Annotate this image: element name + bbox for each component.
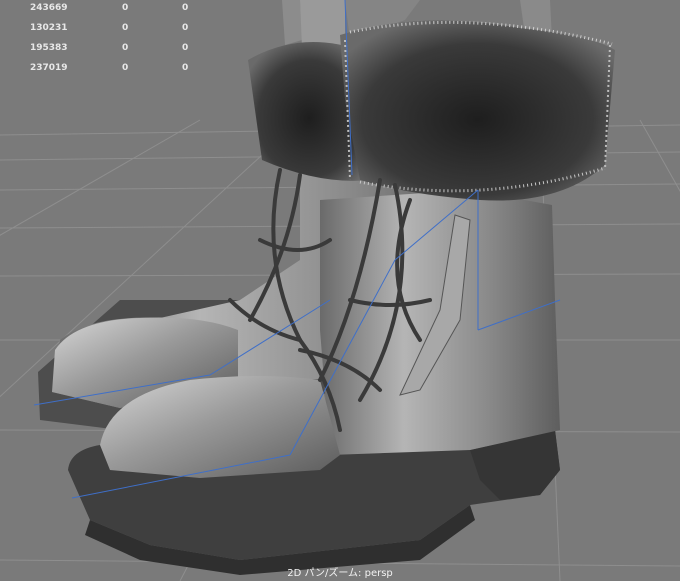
hud-value: 0: [122, 43, 129, 53]
hud-value: 0: [122, 23, 129, 33]
hud-value: 0: [182, 23, 189, 33]
hud-value: 130231: [30, 23, 68, 33]
hud-value: 195383: [30, 43, 68, 53]
hud-row: 195383 0 0: [0, 40, 220, 60]
viewport-scene: [0, 0, 680, 581]
hud-row: 130231 0 0: [0, 20, 220, 40]
hud-value: 237019: [30, 63, 68, 73]
hud-value: 243669: [30, 3, 68, 13]
hud-row: 237019 0 0: [0, 60, 220, 80]
hud-value: 0: [122, 63, 129, 73]
hud-value: 0: [122, 3, 129, 13]
3d-viewport[interactable]: 243669 0 0 130231 0 0 195383 0 0 237019 …: [0, 0, 680, 581]
hud-value: 0: [182, 63, 189, 73]
hud-value: 0: [182, 3, 189, 13]
camera-status-label: 2D パン/ズーム: persp: [287, 568, 393, 579]
hud-value: 0: [182, 43, 189, 53]
stats-hud: 243669 0 0 130231 0 0 195383 0 0 237019 …: [0, 0, 220, 80]
hud-row: 243669 0 0: [0, 0, 220, 20]
